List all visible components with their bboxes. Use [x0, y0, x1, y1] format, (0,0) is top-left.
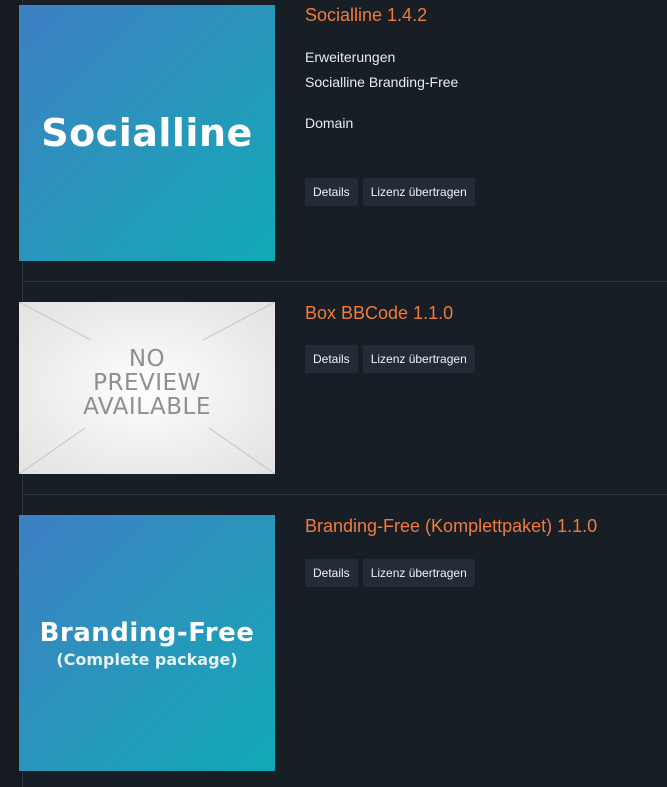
details-button[interactable]: Details — [305, 178, 358, 206]
product-title-link[interactable]: Branding-Free (Komplettpaket) 1.1.0 — [305, 516, 597, 537]
item-actions: Details Lizenz übertragen — [305, 559, 475, 587]
no-preview-line-2: PREVIEW — [93, 370, 201, 396]
item-actions: Details Lizenz übertragen — [305, 345, 475, 373]
product-list-page: Socialline Socialline 1.4.2 Erweiterunge… — [0, 0, 667, 787]
item-divider — [23, 494, 667, 495]
brand-image-text: Branding-Free — [39, 617, 255, 648]
product-subtitle: Socialline Branding-Free — [305, 74, 459, 90]
product-title-link[interactable]: Socialline 1.4.2 — [305, 5, 427, 26]
product-image-no-preview[interactable]: NO PREVIEW AVAILABLE — [19, 302, 275, 474]
no-preview-line-1: NO — [128, 346, 166, 372]
product-image-socialline[interactable]: Socialline — [19, 5, 275, 261]
details-button[interactable]: Details — [305, 559, 358, 587]
product-title-link[interactable]: Box BBCode 1.1.0 — [305, 303, 453, 324]
license-type: Domain — [305, 115, 354, 131]
transfer-license-button[interactable]: Lizenz übertragen — [362, 345, 475, 373]
product-category: Erweiterungen — [305, 49, 396, 65]
brand-image-subtext: (Complete package) — [56, 649, 238, 669]
transfer-license-button[interactable]: Lizenz übertragen — [362, 178, 475, 206]
transfer-license-button[interactable]: Lizenz übertragen — [362, 559, 475, 587]
item-divider — [23, 281, 667, 282]
product-image-branding-free[interactable]: Branding-Free (Complete package) — [19, 515, 275, 771]
no-preview-line-3: AVAILABLE — [83, 394, 211, 420]
brand-image-text: Socialline — [41, 111, 253, 155]
details-button[interactable]: Details — [305, 345, 358, 373]
item-actions: Details Lizenz übertragen — [305, 178, 475, 206]
